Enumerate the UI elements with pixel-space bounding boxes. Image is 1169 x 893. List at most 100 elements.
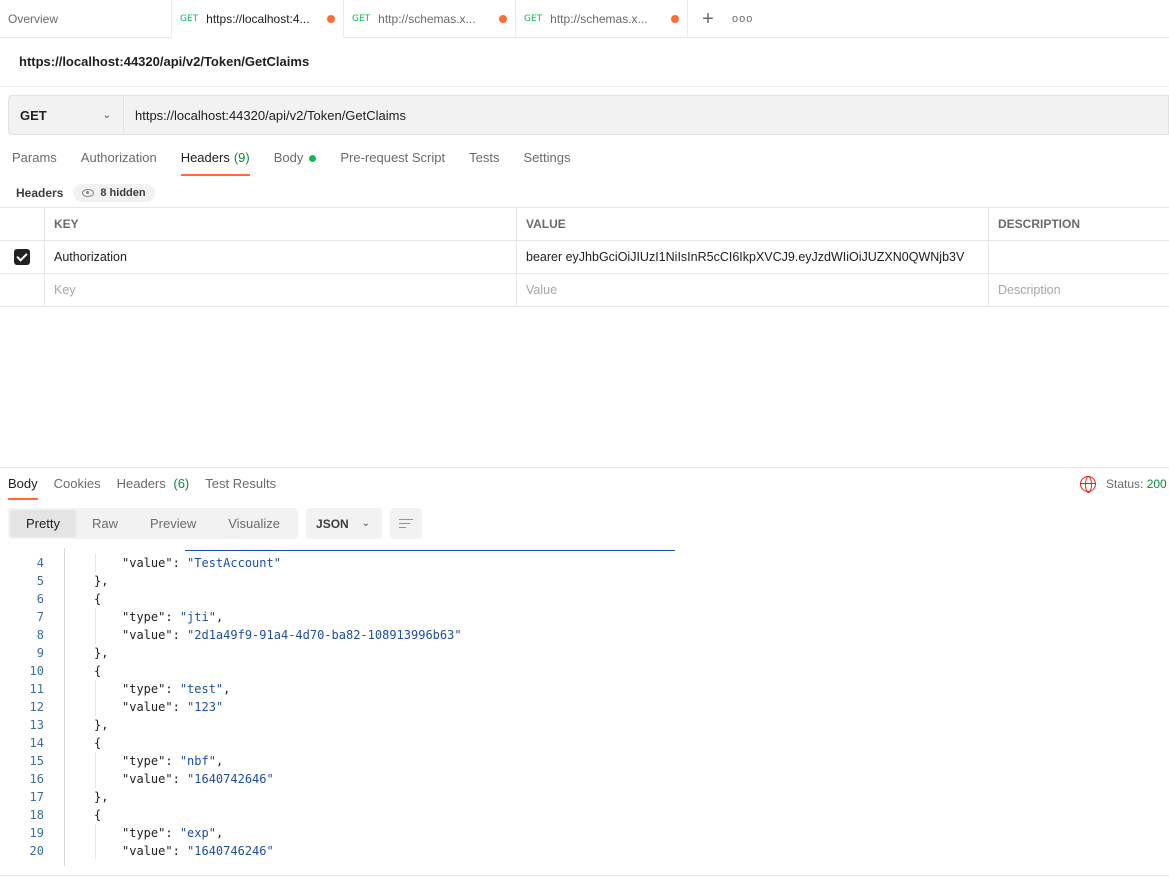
tab-method-label: GET xyxy=(352,14,371,24)
code-line: 15 "type": "nbf", xyxy=(0,752,1169,770)
code-text: "value": "TestAccount" xyxy=(122,556,281,570)
response-tab-body-label: Body xyxy=(8,476,38,491)
tab-params[interactable]: Params xyxy=(12,150,57,176)
line-number: 6 xyxy=(36,592,44,606)
response-tab-headers[interactable]: Headers (6) xyxy=(117,476,190,500)
tab-title: http://schemas.x... xyxy=(378,12,476,26)
header-value-cell[interactable]: bearer eyJhbGciOiJIUzI1NiIsInR5cCI6IkpXV… xyxy=(517,241,989,273)
code-text: "value": "1640742646" xyxy=(122,772,274,786)
code-text: }, xyxy=(94,646,109,660)
response-tab-cookies[interactable]: Cookies xyxy=(54,476,101,500)
code-line: 14 { xyxy=(0,734,1169,752)
header-key-cell[interactable]: Authorization xyxy=(45,241,517,273)
url-input[interactable] xyxy=(124,96,1168,134)
response-body-viewer[interactable]: 4 "value": "TestAccount" 5}, 6{7 "type": "jt… xyxy=(0,548,1169,866)
line-number: 19 xyxy=(29,826,44,840)
tab-method-label: GET xyxy=(180,14,199,24)
code-line: 4 "value": "TestAccount" xyxy=(0,554,1169,572)
code-line: 20 "value": "1640746246" xyxy=(0,842,1169,860)
code-line: 17}, xyxy=(0,788,1169,806)
tab-overview[interactable]: Overview xyxy=(0,0,172,38)
unsaved-dot-icon xyxy=(499,15,507,23)
tab-authorization-label: Authorization xyxy=(80,150,157,165)
tab-params-label: Params xyxy=(12,150,57,165)
tab-request-3[interactable]: GET http://schemas.x... xyxy=(516,0,688,38)
column-header-description: DESCRIPTION xyxy=(998,217,1081,231)
line-number: 15 xyxy=(29,754,44,768)
status-code[interactable]: 200 xyxy=(1147,477,1167,491)
url-bar: GET ⌄ xyxy=(8,95,1169,135)
code-text: }, xyxy=(94,718,109,732)
tab-body[interactable]: Body xyxy=(274,150,317,176)
tab-settings-label: Settings xyxy=(523,150,571,165)
tab-settings[interactable]: Settings xyxy=(523,150,570,176)
column-header-value: VALUE xyxy=(517,208,989,240)
tab-prerequest-script[interactable]: Pre-request Script xyxy=(340,150,445,176)
format-select[interactable]: JSON ⌄ xyxy=(306,508,383,539)
code-text: "type": "test", xyxy=(122,682,231,696)
tab-request-1[interactable]: GET https://localhost:4... xyxy=(172,0,344,38)
code-line: 5}, xyxy=(0,572,1169,590)
tab-body-label: Body xyxy=(273,150,304,165)
tab-tests[interactable]: Tests xyxy=(469,150,499,176)
code-text: "value": "1640746246" xyxy=(122,844,274,858)
code-text: { xyxy=(94,808,102,822)
view-mode-visualize[interactable]: Visualize xyxy=(212,510,296,537)
code-text: "value": "2d1a49f9-91a4-4d70-ba82-108913… xyxy=(122,628,462,642)
view-mode-toggle: Pretty Raw Preview Visualize xyxy=(8,508,299,539)
code-line: 11 "type": "test", xyxy=(0,680,1169,698)
response-tab-body[interactable]: Body xyxy=(8,476,38,500)
plus-icon[interactable]: + xyxy=(698,9,718,29)
globe-icon[interactable] xyxy=(1080,476,1096,493)
new-value-input[interactable]: Value xyxy=(517,274,989,306)
wrap-lines-button[interactable] xyxy=(390,508,423,539)
status-label: Status: xyxy=(1106,477,1144,491)
tab-authorization[interactable]: Authorization xyxy=(81,150,157,176)
response-tab-test-results-label: Test Results xyxy=(205,476,277,491)
view-mode-preview[interactable]: Preview xyxy=(134,510,212,537)
line-number: 12 xyxy=(29,700,44,714)
code-text: { xyxy=(94,664,102,678)
new-key-input[interactable]: Key xyxy=(45,274,517,306)
indent-guide xyxy=(95,608,96,644)
code-line: 16 "value": "1640742646" xyxy=(0,770,1169,788)
table-header-row: KEY VALUE DESCRIPTION xyxy=(0,208,1169,241)
checkbox-checked-icon[interactable] xyxy=(14,249,30,265)
row-checkbox-cell xyxy=(0,241,45,273)
line-number: 4 xyxy=(36,556,44,570)
code-line: 7 "type": "jti", xyxy=(0,608,1169,626)
request-title[interactable]: https://localhost:44320/api/v2/Token/Get… xyxy=(19,54,309,69)
response-divider[interactable] xyxy=(0,467,1169,468)
line-number: 17 xyxy=(29,790,44,804)
tab-headers[interactable]: Headers (9) xyxy=(180,150,250,176)
view-mode-pretty[interactable]: Pretty xyxy=(10,510,76,537)
line-number: 11 xyxy=(29,682,44,696)
code-line: 6{ xyxy=(0,590,1169,608)
format-label: JSON xyxy=(316,516,349,531)
line-number: 10 xyxy=(29,664,44,678)
new-description-input[interactable]: Description xyxy=(989,274,1169,306)
wrap-lines-icon xyxy=(399,518,414,529)
indent-guide xyxy=(95,680,96,716)
checkbox-column-header xyxy=(0,208,45,240)
line-number: 5 xyxy=(36,574,44,588)
headers-subheader: Headers 8 hidden xyxy=(16,184,155,202)
code-text: "type": "jti", xyxy=(122,610,224,624)
more-options-icon[interactable]: ooo xyxy=(732,13,753,25)
tab-bar: Overview GET https://localhost:4... GET … xyxy=(0,0,1169,38)
hidden-headers-toggle[interactable]: 8 hidden xyxy=(73,184,155,202)
code-text: }, xyxy=(94,574,109,588)
tab-request-2[interactable]: GET http://schemas.x... xyxy=(344,0,516,38)
code-line: 8 "value": "2d1a49f9-91a4-4d70-ba82-10891… xyxy=(0,626,1169,644)
clipped-line xyxy=(185,548,675,551)
response-tab-test-results[interactable]: Test Results xyxy=(205,476,276,500)
tab-overview-label: Overview xyxy=(8,12,59,26)
response-tab-headers-label: Headers xyxy=(116,476,166,491)
method-select[interactable]: GET ⌄ xyxy=(9,96,124,134)
view-mode-raw[interactable]: Raw xyxy=(76,510,134,537)
headers-table: KEY VALUE DESCRIPTION Authorization bear… xyxy=(0,207,1169,307)
code-line: 12 "value": "123" xyxy=(0,698,1169,716)
header-description-cell[interactable] xyxy=(989,241,1169,273)
table-row-new: Key Value Description xyxy=(0,274,1169,307)
line-number: 20 xyxy=(29,844,44,858)
